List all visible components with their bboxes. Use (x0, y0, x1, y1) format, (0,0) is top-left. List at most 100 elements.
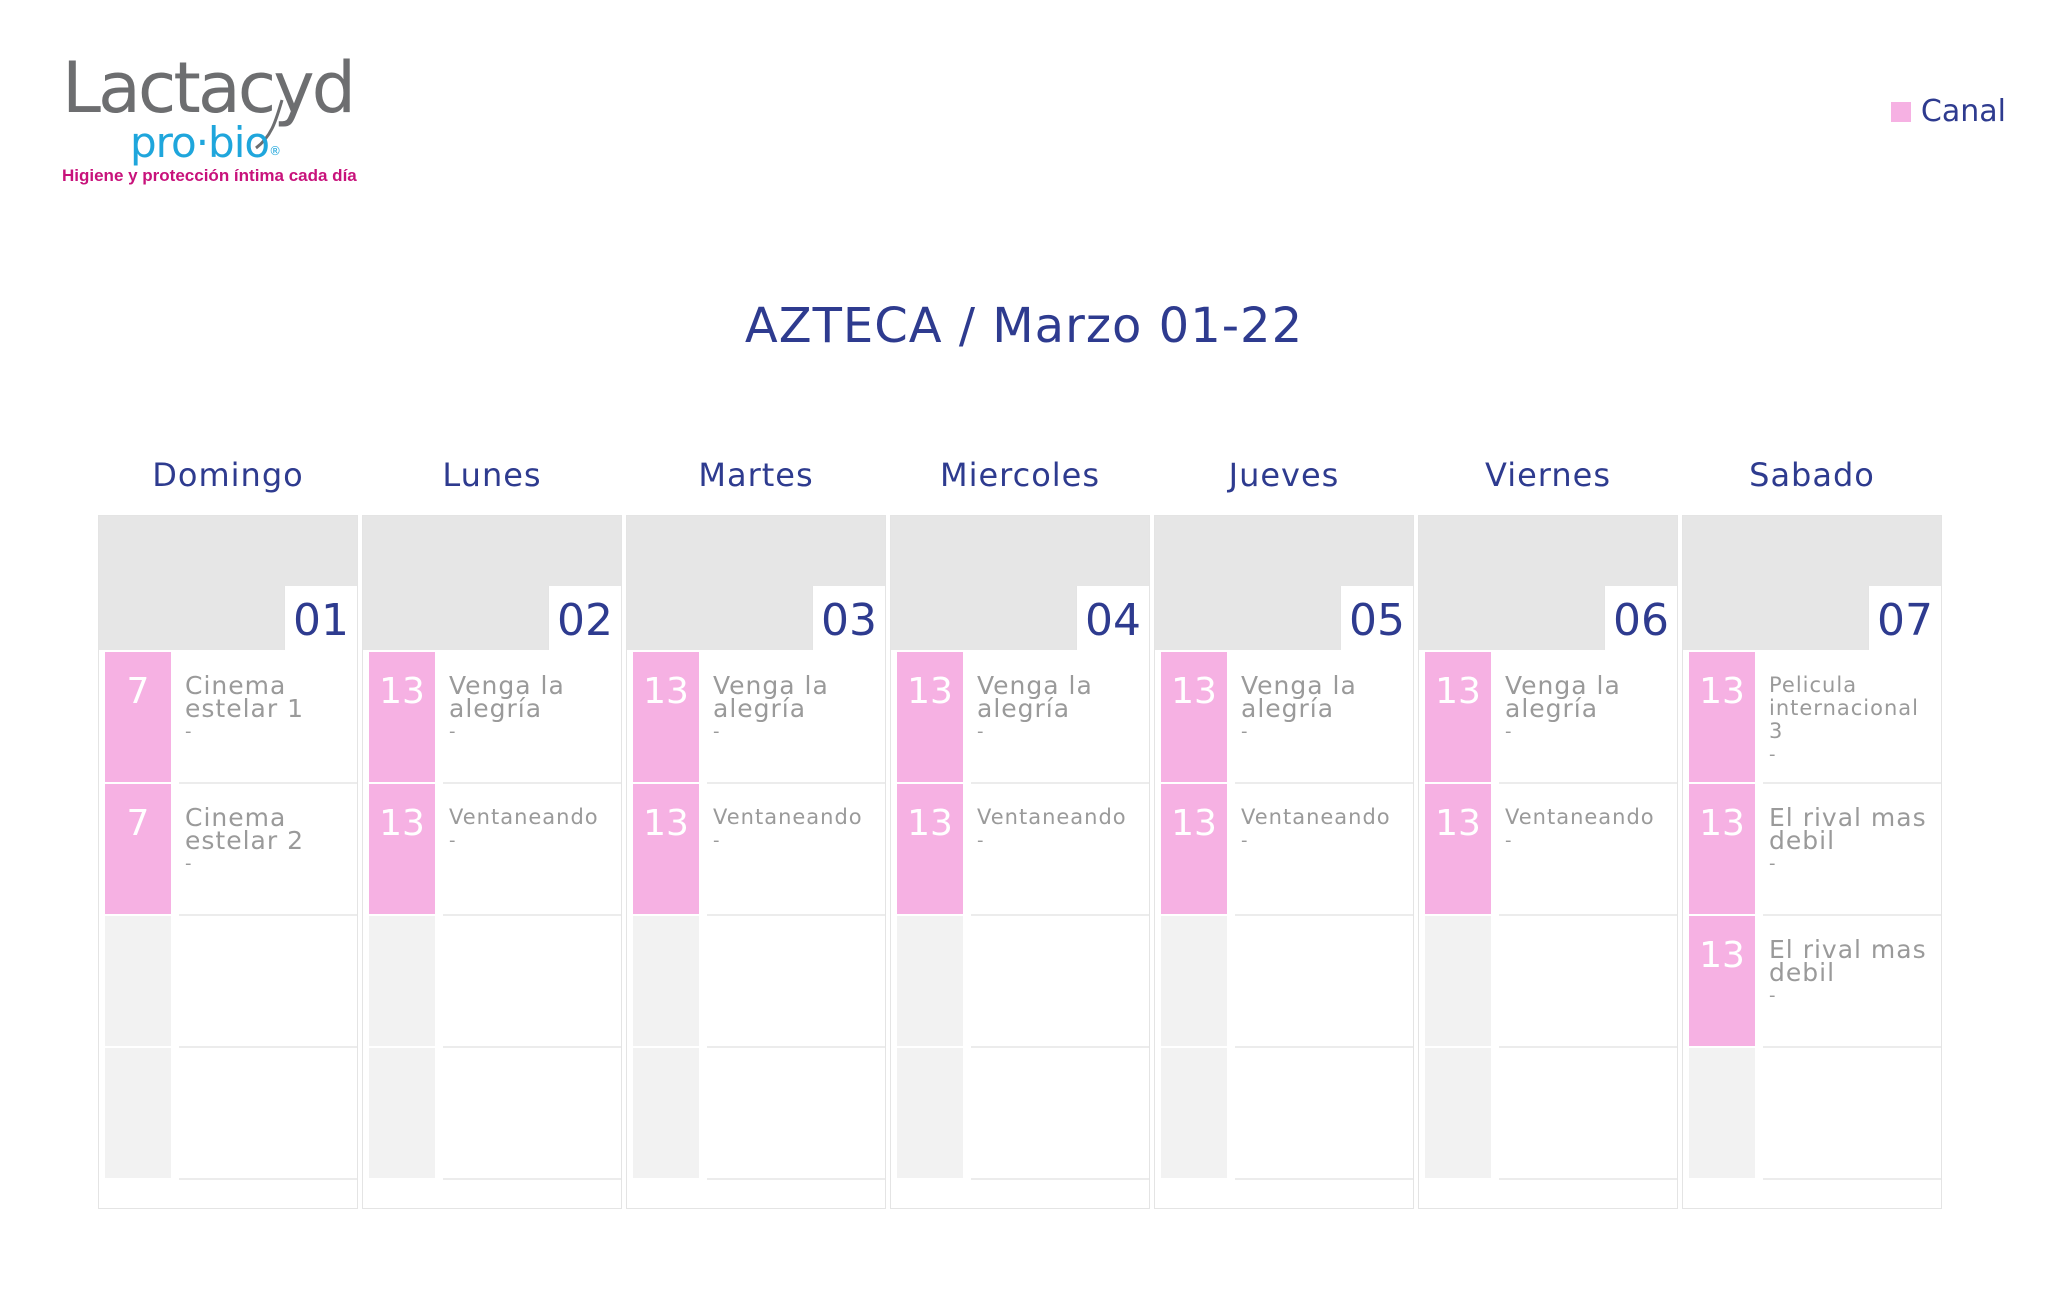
legend: Canal (1890, 94, 2006, 129)
program-title: El rival mas debil (1769, 803, 1927, 855)
date-number: 01 (284, 586, 357, 650)
day-card: 06 13 Venga la alegría -13 Ventaneando - (1418, 515, 1678, 1209)
legend-swatch (1890, 101, 1911, 122)
program-slot[interactable]: 7 Cinema estelar 2- (99, 784, 357, 916)
program-info: Ventaneando - (449, 806, 617, 853)
empty-slot (891, 916, 1149, 1048)
program-slot[interactable]: 13 El rival mas debil - (1683, 784, 1941, 916)
program-slot[interactable]: 13 Ventaneando - (627, 784, 885, 916)
channel-badge: 13 (1161, 652, 1227, 782)
channel-badge: 7 (105, 652, 171, 782)
date-number: 02 (548, 586, 621, 650)
channel-badge (105, 1048, 171, 1178)
program-info: Cinema estelar 2- (185, 803, 353, 876)
date-number: 03 (812, 586, 885, 650)
channel-badge: 13 (897, 652, 963, 782)
program-subtitle: - (713, 721, 720, 742)
program-info: Venga la alegría - (449, 671, 617, 744)
program-title: Cinema estelar 2 (185, 803, 304, 855)
program-slot[interactable]: 13 Venga la alegría - (1419, 652, 1677, 784)
day-card: 04 13 Venga la alegría -13 Ventaneando - (890, 515, 1150, 1209)
program-slot[interactable]: 13 Ventaneando - (363, 784, 621, 916)
channel-badge: 13 (1425, 652, 1491, 782)
day-card-header: 07 (1683, 516, 1941, 650)
program-title: Venga la alegría (449, 671, 565, 723)
program-slot[interactable]: 13 El rival mas debil - (1683, 916, 1941, 1048)
program-subtitle: - (1241, 721, 1248, 742)
program-title: Venga la alegría (713, 671, 829, 723)
program-title: Venga la alegría (1505, 671, 1621, 723)
channel-badge (633, 1048, 699, 1178)
program-info: Venga la alegría - (977, 673, 1145, 744)
slot-divider (1499, 1178, 1677, 1180)
date-number: 07 (1868, 586, 1941, 650)
program-slot[interactable]: 13 Ventaneando - (1419, 784, 1677, 916)
channel-badge (897, 916, 963, 1046)
legend-label: Canal (1920, 94, 2006, 129)
channel-badge: 13 (1689, 652, 1755, 782)
date-number: 04 (1076, 586, 1149, 650)
program-slot[interactable]: 13 Pelicula internacional 3- (1683, 652, 1941, 784)
program-title: Ventaneando (713, 805, 863, 829)
program-subtitle: - (449, 830, 456, 851)
program-info: El rival mas debil - (1769, 935, 1937, 1008)
program-title: El rival mas debil (1769, 935, 1927, 987)
program-subtitle: - (1241, 830, 1248, 851)
channel-badge: 13 (369, 784, 435, 914)
empty-slot (99, 1048, 357, 1180)
channel-badge (105, 916, 171, 1046)
day-name: Sabado (1749, 456, 1875, 494)
program-info: Venga la alegría - (713, 671, 881, 744)
program-subtitle: - (1769, 744, 1776, 765)
program-info: Ventaneando - (1241, 806, 1409, 853)
channel-badge: 13 (897, 784, 963, 914)
empty-slot (363, 1048, 621, 1180)
page-title: AZTECA / Marzo 01-22 (744, 298, 1304, 354)
empty-slot (1683, 1048, 1941, 1180)
program-slot[interactable]: 13 Venga la alegría - (1155, 652, 1413, 784)
date-number: 06 (1604, 586, 1677, 650)
program-info: Ventaneando - (977, 806, 1145, 853)
program-slot[interactable]: 13 Ventaneando - (891, 784, 1149, 916)
program-slot[interactable]: 13 Venga la alegría - (627, 652, 885, 784)
program-subtitle: - (1769, 853, 1776, 874)
day-name: Lunes (442, 456, 542, 494)
program-subtitle: - (1505, 830, 1512, 851)
empty-slot (363, 916, 621, 1048)
slot-divider (1235, 1178, 1413, 1180)
slot-divider (1763, 1178, 1941, 1180)
channel-badge (1161, 916, 1227, 1046)
program-subtitle: - (449, 721, 456, 742)
day-name: Domingo (152, 456, 304, 494)
program-slot[interactable]: 13 Ventaneando - (1155, 784, 1413, 916)
day-name: Miercoles (939, 456, 1101, 494)
program-subtitle: - (977, 830, 984, 851)
slot-divider (179, 1178, 357, 1180)
program-subtitle: - (185, 721, 192, 742)
day-card: 03 13 Venga la alegría -13 Ventaneando - (626, 515, 886, 1209)
empty-slot (1155, 1048, 1413, 1180)
day-name: Jueves (1228, 456, 1340, 494)
program-info: El rival mas debil - (1769, 803, 1937, 876)
channel-badge (369, 916, 435, 1046)
channel-badge: 13 (369, 652, 435, 782)
program-slot[interactable]: 7 Cinema estelar 1- (99, 652, 357, 784)
logo-tagline: Higiene y protección íntima cada día (62, 166, 357, 185)
slot-divider (971, 1178, 1149, 1180)
empty-slot (1419, 1048, 1677, 1180)
channel-badge: 13 (1689, 784, 1755, 914)
program-title: Ventaneando (1505, 805, 1655, 829)
program-title: Ventaneando (449, 805, 599, 829)
program-slot[interactable]: 13 Venga la alegría - (891, 652, 1149, 784)
day-card-header: 03 (627, 516, 885, 650)
day-name: Martes (698, 456, 814, 494)
day-card-header: 05 (1155, 516, 1413, 650)
program-slot[interactable]: 13 Venga la alegría - (363, 652, 621, 784)
program-subtitle: - (1769, 985, 1776, 1006)
day-card-header: 06 (1419, 516, 1677, 650)
empty-slot (1419, 916, 1677, 1048)
program-info: Ventaneando - (713, 806, 881, 853)
program-info: Venga la alegría - (1241, 673, 1409, 744)
program-title: Cinema estelar 1 (185, 671, 304, 723)
channel-badge (1425, 1048, 1491, 1178)
